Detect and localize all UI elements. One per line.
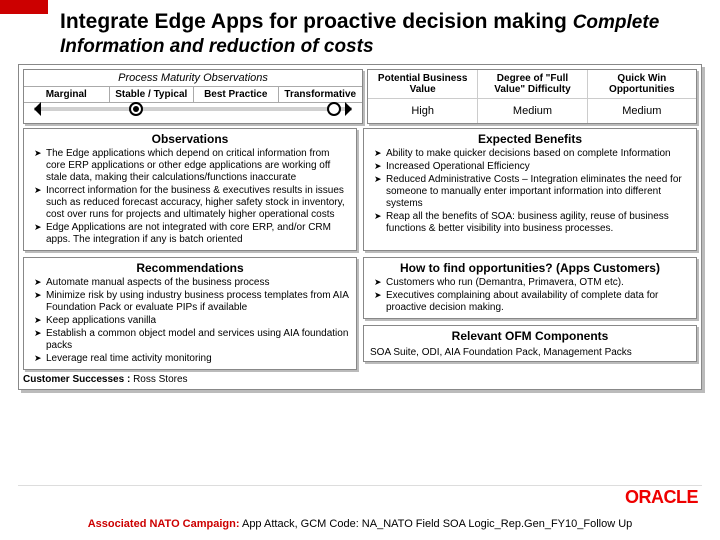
value-table: Potential Business Value Degree of "Full… [367,69,697,124]
list-item: Executives complaining about availabilit… [374,290,690,314]
fm-card: Relevant OFM Components SOA Suite, ODI, … [363,325,697,362]
value-header: Quick Win Opportunities [587,70,696,98]
benefits-heading: Expected Benefits [370,132,690,146]
list-item: Ability to make quicker decisions based … [374,148,690,160]
list-item: Incorrect information for the business &… [34,185,350,221]
brand-corner [0,0,48,14]
list-item: Edge Applications are not integrated wit… [34,222,350,246]
value-cell: Medium [477,98,586,123]
list-item: Automate manual aspects of the business … [34,277,350,289]
maturity-level: Stable / Typical [109,87,194,102]
value-cell: High [368,98,477,123]
slide-title: Integrate Edge Apps for proactive decisi… [60,10,702,58]
maturity-marker-current-icon [129,102,143,116]
list-item: Reduced Administrative Costs – Integrati… [374,174,690,210]
fm-heading: Relevant OFM Components [370,329,690,343]
list-item: Keep applications vanilla [34,315,350,327]
process-maturity-box: Process Maturity Observations Marginal S… [23,69,363,124]
list-item: Minimize risk by using industry business… [34,290,350,314]
oracle-logo: ORACLE [625,487,698,508]
maturity-meter [24,102,362,117]
observations-heading: Observations [30,132,350,146]
recommendations-card: Recommendations Automate manual aspects … [23,257,357,370]
customer-successes: Customer Successes : Ross Stores [23,374,697,385]
fm-text: SOA Suite, ODI, AIA Foundation Pack, Man… [370,347,690,358]
maturity-level: Transformative [278,87,363,102]
content-wrap: Process Maturity Observations Marginal S… [18,64,702,390]
recommendations-heading: Recommendations [30,261,350,275]
oracle-wordmark: ORACLE [625,487,698,508]
list-item: Customers who run (Demantra, Primavera, … [374,277,690,289]
maturity-level: Best Practice [193,87,278,102]
footer-divider [18,485,702,486]
cs-value: Ross Stores [133,374,187,385]
list-item: Increased Operational Efficiency [374,161,690,173]
howto-heading: How to find opportunities? (Apps Custome… [370,261,690,275]
cs-label: Customer Successes : [23,374,130,385]
maturity-marker-target-icon [327,102,341,116]
title-line1: Integrate Edge Apps for proactive decisi… [60,10,567,33]
footer-text: App Attack, GCM Code: NA_NATO Field SOA … [240,518,633,530]
benefits-card: Expected Benefits Ability to make quicke… [363,128,697,251]
footer-line: Associated NATO Campaign: App Attack, GC… [0,518,720,530]
list-item: The Edge applications which depend on cr… [34,148,350,184]
list-item: Establish a common object model and serv… [34,328,350,352]
value-cell: Medium [587,98,696,123]
observations-card: Observations The Edge applications which… [23,128,357,251]
maturity-level: Marginal [24,87,109,102]
list-item: Leverage real time activity monitoring [34,353,350,365]
list-item: Reap all the benefits of SOA: business a… [374,211,690,235]
howto-card: How to find opportunities? (Apps Custome… [363,257,697,319]
footer-label: Associated NATO Campaign: [88,518,240,530]
value-header: Potential Business Value [368,70,477,98]
process-maturity-title: Process Maturity Observations [24,70,362,86]
value-header: Degree of "Full Value" Difficulty [477,70,586,98]
